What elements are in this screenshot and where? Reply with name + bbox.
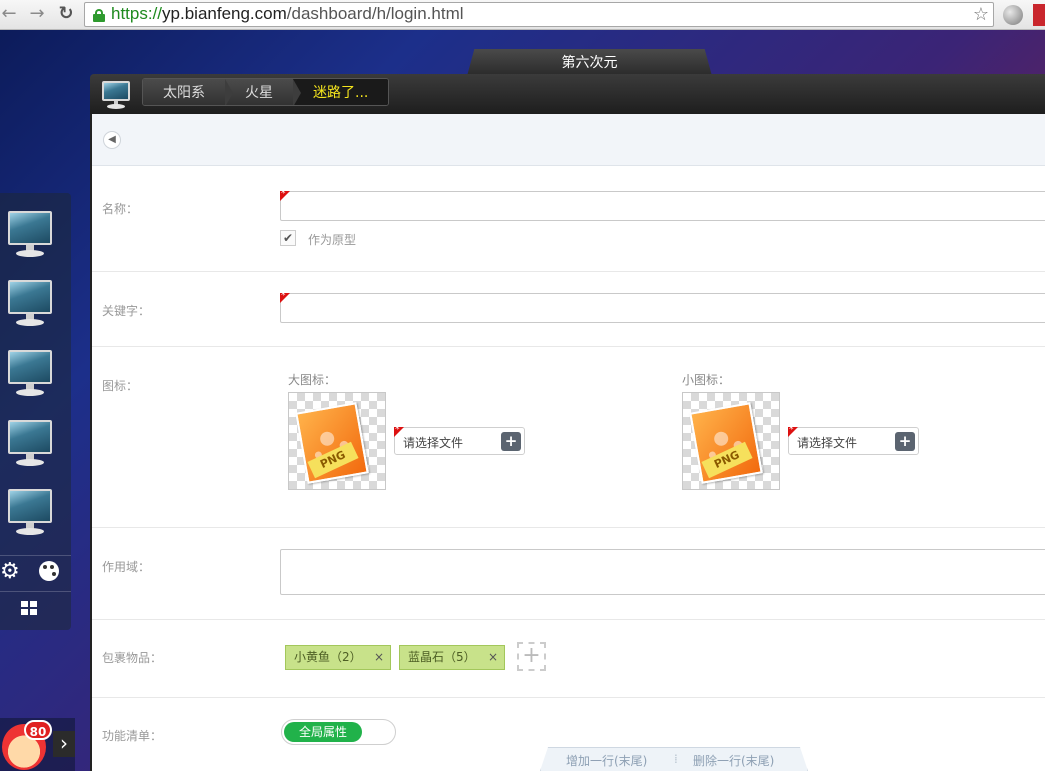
breadcrumb-item-solar-system[interactable]: 太阳系 (143, 79, 233, 105)
content-toolbar: ◀ (92, 114, 1045, 166)
user-panel: 80 › (0, 718, 75, 771)
app-header: 太阳系 火星 迷路了... (90, 74, 1045, 114)
remove-icon[interactable]: × (374, 646, 384, 669)
package-item-tag: 小黄鱼（2） × (285, 645, 391, 670)
required-marker-icon (280, 291, 290, 303)
name-input[interactable] (280, 189, 1045, 221)
computer-icon[interactable] (102, 81, 130, 109)
palette-icon[interactable] (39, 561, 59, 581)
prototype-checkbox-label: 作为原型 (308, 233, 357, 247)
add-item-button[interactable]: + (517, 642, 546, 671)
window-tab[interactable]: 第六次元 (467, 49, 712, 76)
plus-icon[interactable]: + (501, 432, 521, 451)
large-icon-file-picker[interactable]: 请选择文件 + (394, 425, 525, 455)
package-label: 包裹物品： (102, 651, 163, 665)
row-actions-tab: 增加一行(末尾) ⁞ 删除一行(末尾) (540, 747, 808, 771)
keyword-label: 关键字： (102, 304, 151, 318)
address-bar[interactable]: https://yp.bianfeng.com/dashboard/h/logi… (84, 2, 994, 27)
plus-icon[interactable]: + (895, 432, 915, 451)
png-file-icon (689, 402, 763, 484)
large-icon-title: 大图标： (288, 373, 337, 387)
reload-icon[interactable]: ↻ (55, 3, 77, 25)
chevron-left-icon[interactable]: ◀ (103, 131, 121, 149)
large-icon-preview[interactable]: PNG (288, 392, 386, 490)
lock-icon (93, 9, 105, 22)
global-attribute-toggle[interactable]: 全局属性 (281, 719, 396, 745)
remove-icon[interactable]: × (488, 646, 498, 669)
package-item-text: 蓝晶石（5） (408, 650, 476, 664)
toggle-on-label: 全局属性 (284, 722, 362, 742)
computer-icon[interactable] (8, 350, 52, 396)
computer-icon[interactable] (8, 489, 52, 535)
window-tab-title: 第六次元 (561, 55, 618, 71)
breadcrumb: 太阳系 火星 迷路了... (142, 78, 390, 106)
delete-row-button[interactable]: 删除一行(末尾) (693, 752, 774, 769)
dock-divider (0, 555, 71, 556)
form-row-name: 名称： ✔ 作为原型 (92, 170, 1045, 272)
computer-icon[interactable] (8, 420, 52, 466)
windows-grid-icon[interactable] (21, 601, 37, 615)
breadcrumb-item-current: 迷路了... (293, 79, 389, 105)
scope-label: 作用域： (102, 560, 151, 574)
name-label: 名称： (102, 202, 139, 216)
url-text[interactable]: https://yp.bianfeng.com/dashboard/h/logi… (111, 4, 464, 24)
browser-toolbar: ← → ↻ https://yp.bianfeng.com/dashboard/… (0, 0, 1045, 30)
bookmark-star-icon[interactable]: ☆ (973, 4, 989, 25)
functions-label: 功能清单： (102, 729, 163, 743)
extension-icon[interactable] (1033, 4, 1045, 26)
globe-icon[interactable] (1003, 5, 1023, 25)
form-row-keyword: 关键字： (92, 272, 1045, 347)
required-marker-icon (280, 189, 290, 201)
file-placeholder: 请选择文件 (797, 436, 858, 450)
png-file-icon (295, 402, 369, 484)
form-row-package: 包裹物品： 小黄鱼（2） × 蓝晶石（5） × + (92, 620, 1045, 698)
file-placeholder: 请选择文件 (403, 436, 464, 450)
scope-textarea[interactable] (280, 549, 1045, 595)
package-item-tag: 蓝晶石（5） × (399, 645, 505, 670)
back-arrow-icon[interactable]: ← (0, 3, 20, 25)
chevron-right-icon[interactable]: › (53, 731, 75, 757)
package-item-text: 小黄鱼（2） (294, 650, 362, 664)
app-content: ◀ 名称： ✔ 作为原型 关键字： 图标： 大图标： PNG 请选择文件 + 小… (90, 114, 1045, 771)
form-row-scope: 作用域： (92, 528, 1045, 620)
icon-label: 图标： (102, 379, 139, 393)
prototype-checkbox[interactable]: ✔ (280, 230, 296, 246)
separator-icon: ⁞ (674, 752, 678, 766)
form-row-icon: 图标： 大图标： PNG 请选择文件 + 小图标： PNG (92, 347, 1045, 528)
side-dock: ⚙ (0, 193, 71, 630)
small-icon-file-picker[interactable]: 请选择文件 + (788, 425, 919, 455)
forward-arrow-icon[interactable]: → (26, 3, 48, 25)
breadcrumb-item-mars[interactable]: 火星 (225, 79, 301, 105)
keyword-input[interactable] (280, 291, 1045, 323)
small-icon-preview[interactable]: PNG (682, 392, 780, 490)
add-row-button[interactable]: 增加一行(末尾) (566, 752, 647, 769)
small-icon-title: 小图标： (682, 373, 731, 387)
dock-divider (0, 591, 71, 592)
computer-icon[interactable] (8, 211, 52, 257)
computer-icon[interactable] (8, 280, 52, 326)
gear-icon[interactable]: ⚙ (0, 559, 20, 584)
notification-badge: 80 (24, 720, 52, 740)
